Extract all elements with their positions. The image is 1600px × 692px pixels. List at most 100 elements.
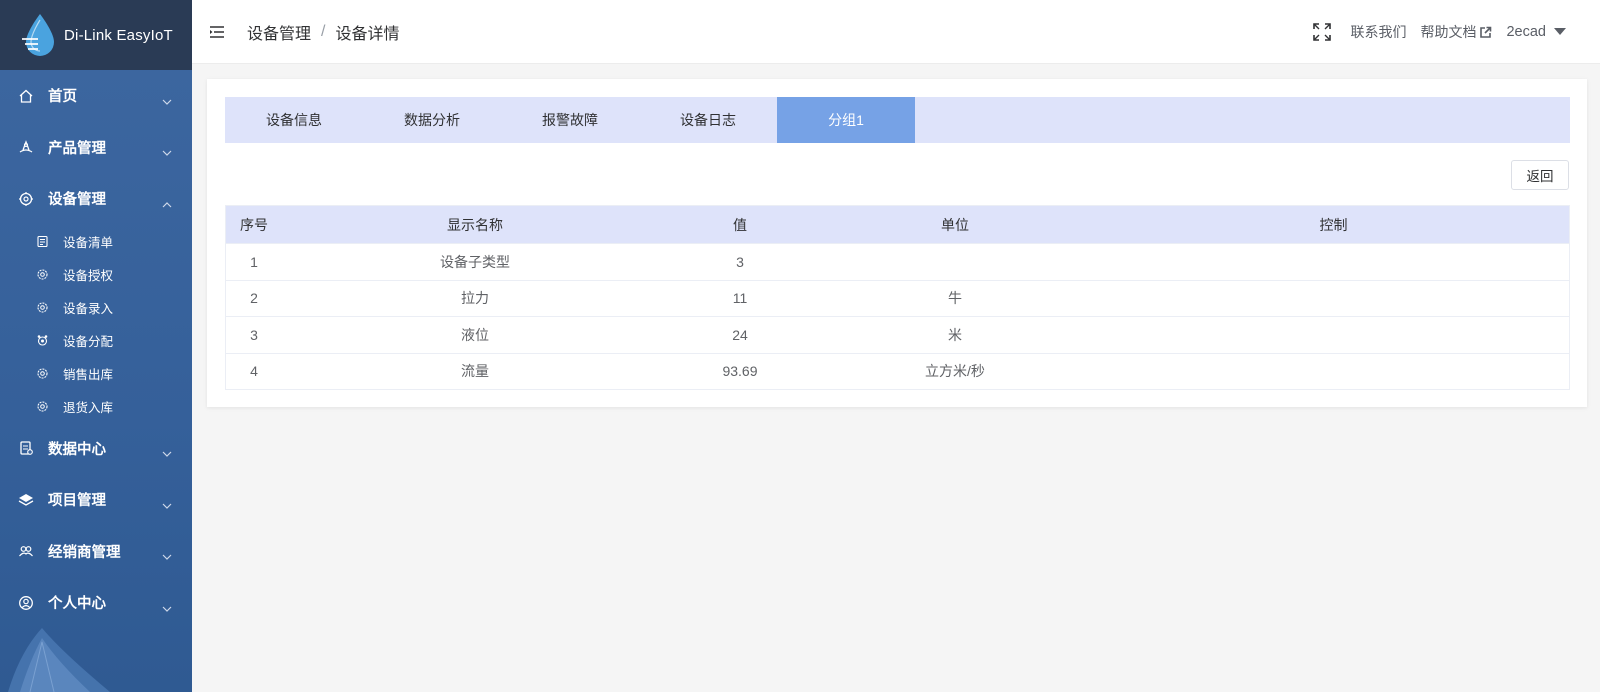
sidebar: Di-Link EasyIoT 首页 产品管理 设备管理 设备清单 设备授权 设… — [0, 0, 192, 692]
help-docs-link[interactable]: 帮助文档 — [1420, 22, 1492, 42]
column-header-control: 控制 — [1319, 216, 1348, 233]
chevron-down-icon — [162, 144, 172, 157]
help-docs-label: 帮助文档 — [1420, 24, 1477, 40]
list-icon — [36, 235, 49, 248]
sidebar-subitem-label: 设备授权 — [63, 268, 114, 283]
tab-device-info[interactable]: 设备信息 — [225, 97, 363, 143]
cell-name: 设备子类型 — [440, 253, 510, 270]
gear-icon — [36, 367, 49, 380]
breadcrumb-item-device-management[interactable]: 设备管理 — [247, 20, 311, 44]
cell-index: 4 — [250, 363, 258, 380]
tab-device-log[interactable]: 设备日志 — [639, 97, 777, 143]
cell-value: 3 — [736, 253, 744, 270]
sidebar-building-decoration — [0, 622, 192, 692]
cell-name: 拉力 — [461, 290, 489, 307]
data-icon — [18, 440, 34, 456]
caret-down-icon — [1554, 28, 1566, 36]
sidebar-item-label: 经销商管理 — [48, 544, 121, 561]
detail-tabs: 设备信息 数据分析 报警故障 设备日志 分组1 — [225, 97, 1570, 143]
sidebar-subitem-device-assign[interactable]: 设备分配 — [0, 324, 192, 357]
table-row: 4 流量 93.69 立方米/秒 — [226, 352, 1569, 390]
sidebar-menu: 首页 产品管理 设备管理 设备清单 设备授权 设备录入 设备分配 销售出库 退货… — [0, 70, 192, 629]
contact-us-link[interactable]: 联系我们 — [1350, 22, 1406, 42]
sidebar-subitem-return-inbound[interactable]: 退货入库 — [0, 390, 192, 423]
sidebar-subitem-label: 设备分配 — [63, 334, 114, 349]
sidebar-item-label: 数据中心 — [48, 441, 106, 458]
chevron-down-icon — [162, 93, 172, 105]
user-dropdown[interactable]: 2ecad — [1506, 24, 1566, 40]
gear-icon — [36, 301, 49, 314]
sidebar-item-dealers[interactable]: 经销商管理 — [0, 526, 192, 578]
sidebar-item-label: 首页 — [48, 89, 77, 106]
cell-value: 11 — [732, 290, 748, 307]
cell-value: 93.69 — [722, 363, 758, 380]
logo-bar: Di-Link EasyIoT — [0, 0, 192, 70]
column-header-name: 显示名称 — [447, 216, 503, 233]
tab-alarm-fault[interactable]: 报警故障 — [501, 97, 639, 143]
layers-icon — [18, 492, 34, 508]
sidebar-item-label: 产品管理 — [48, 140, 106, 157]
cell-index: 2 — [250, 290, 258, 307]
chevron-down-icon — [162, 548, 172, 561]
back-button[interactable]: 返回 — [1511, 160, 1569, 190]
breadcrumb: 设备管理 / 设备详情 — [247, 20, 399, 44]
sidebar-subitem-label: 退货入库 — [63, 400, 114, 415]
breadcrumb-separator: / — [321, 22, 326, 40]
device-icon — [18, 191, 34, 207]
column-header-value: 值 — [733, 216, 747, 233]
sidebar-subitem-sales-outbound[interactable]: 销售出库 — [0, 357, 192, 390]
chevron-down-icon — [162, 497, 172, 509]
column-header-unit: 单位 — [941, 216, 969, 233]
logo-icon — [22, 12, 56, 58]
sidebar-item-label: 设备管理 — [48, 192, 106, 209]
column-header-index: 序号 — [240, 216, 268, 233]
sidebar-subitem-device-entry[interactable]: 设备录入 — [0, 291, 192, 324]
assign-icon — [36, 334, 49, 347]
cell-index: 1 — [250, 253, 258, 270]
sidebar-subitem-label: 设备录入 — [63, 301, 114, 316]
cell-index: 3 — [250, 326, 258, 343]
sidebar-subitem-device-auth[interactable]: 设备授权 — [0, 258, 192, 291]
gear-icon — [36, 400, 49, 413]
sidebar-item-products[interactable]: 产品管理 — [0, 122, 192, 174]
gear-icon — [36, 268, 49, 281]
cell-value: 24 — [732, 326, 748, 343]
sidebar-item-profile[interactable]: 个人中心 — [0, 577, 192, 629]
fullscreen-icon[interactable] — [1312, 22, 1332, 42]
cell-unit: 立方米/秒 — [925, 363, 985, 380]
table-row: 3 液位 24 米 — [226, 316, 1569, 353]
home-icon — [18, 88, 34, 104]
data-table: 序号 显示名称 值 单位 控制 1 设备子类型 3 2 拉力 11 牛 3 液位… — [225, 205, 1570, 390]
table-row: 2 拉力 11 牛 — [226, 279, 1569, 317]
sidebar-item-home[interactable]: 首页 — [0, 70, 192, 122]
product-icon — [18, 139, 34, 155]
tab-data-analysis[interactable]: 数据分析 — [363, 97, 501, 143]
cell-name: 流量 — [461, 363, 489, 380]
device-detail-card: 设备信息 数据分析 报警故障 设备日志 分组1 返回 序号 显示名称 值 单位 … — [207, 79, 1587, 407]
sidebar-item-label: 项目管理 — [48, 493, 106, 510]
dealer-icon — [18, 543, 34, 559]
username: 2ecad — [1506, 24, 1546, 40]
tab-group-1[interactable]: 分组1 — [777, 97, 915, 143]
sidebar-subitem-label: 设备清单 — [63, 235, 114, 250]
sidebar-item-label: 个人中心 — [48, 596, 106, 613]
cell-name: 液位 — [461, 326, 489, 343]
sidebar-subitem-label: 销售出库 — [63, 367, 114, 382]
sidebar-item-devices[interactable]: 设备管理 — [0, 173, 192, 225]
user-circle-icon — [18, 595, 34, 611]
sidebar-item-projects[interactable]: 项目管理 — [0, 474, 192, 526]
menu-toggle-icon[interactable] — [209, 25, 225, 39]
cell-unit: 米 — [948, 326, 962, 343]
external-link-icon — [1479, 26, 1492, 39]
chevron-up-icon — [162, 196, 172, 208]
sidebar-subitem-device-list[interactable]: 设备清单 — [0, 225, 192, 258]
chevron-down-icon — [162, 445, 172, 458]
cell-unit: 牛 — [948, 290, 962, 307]
table-header: 序号 显示名称 值 单位 控制 — [226, 206, 1569, 243]
header-actions: 联系我们 帮助文档 2ecad — [1312, 0, 1600, 64]
sidebar-item-data-center[interactable]: 数据中心 — [0, 423, 192, 475]
device-submenu: 设备清单 设备授权 设备录入 设备分配 销售出库 退货入库 — [0, 225, 192, 423]
table-row: 1 设备子类型 3 — [226, 243, 1569, 280]
chevron-down-icon — [162, 600, 172, 612]
logo-text: Di-Link EasyIoT — [64, 26, 173, 44]
